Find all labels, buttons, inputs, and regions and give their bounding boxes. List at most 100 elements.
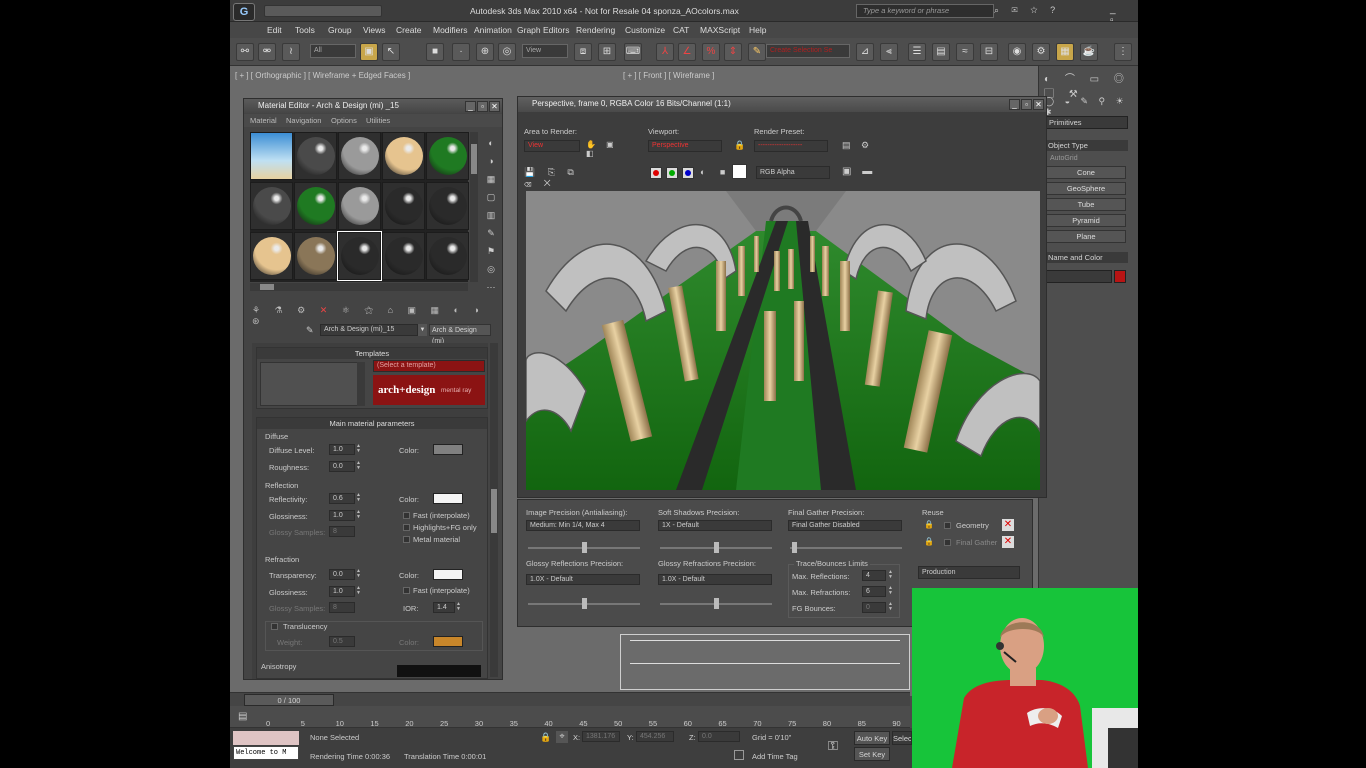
sample-slot[interactable] [250,232,293,280]
lock-viewport-icon[interactable]: 🔒 [734,140,745,151]
transparency-spinner[interactable]: ▲ ▼ [356,569,362,580]
time-slider[interactable]: 0 / 100 [230,692,910,706]
cone-button[interactable]: Cone [1046,166,1126,179]
sample-slot[interactable] [294,232,337,280]
keyboard-shortcut-icon[interactable]: ⌨ [624,43,642,61]
menu-create[interactable]: Create [396,25,422,35]
area-to-render-dropdown[interactable]: View [524,140,580,152]
ior-field[interactable]: 1.4 [433,602,455,613]
render-setup-icon-small[interactable]: ▤ ⚙ [842,140,873,151]
reflection-color-swatch[interactable] [433,493,463,504]
schematic-view-icon[interactable]: ⊟ [980,43,998,61]
menu-cat[interactable]: CAT [673,25,689,35]
refraction-fast-checkbox[interactable] [403,587,410,594]
red-channel-toggle[interactable] [650,167,662,179]
align-icon[interactable]: ⫷ [880,43,898,61]
menu-help[interactable]: Help [749,25,766,35]
sample-slot[interactable] [426,182,469,230]
graphite-toggle-icon[interactable]: ▤ [932,43,950,61]
app-logo-icon[interactable]: G [233,3,255,21]
reuse-fg-lock-icon[interactable]: 🔒 [924,537,934,546]
soft-shadows-field[interactable]: 1X - Default [658,520,772,531]
transparency-field[interactable]: 0.0 [329,569,355,580]
unlink-icon[interactable]: ⚮ [258,43,276,61]
template-select[interactable]: (Select a template) [373,360,485,372]
refraction-glossiness-field[interactable]: 1.0 [329,586,355,597]
menu-tools[interactable]: Tools [295,25,315,35]
menu-navigation[interactable]: Navigation [286,116,321,125]
maxscript-output[interactable]: Welcome to M [233,746,299,760]
reflection-glossiness-spinner[interactable]: ▲ ▼ [356,510,362,521]
reflection-samples-field[interactable]: 8 [329,526,355,537]
select-move-icon[interactable]: ⊕ [476,43,494,61]
sample-slot[interactable] [294,132,337,180]
sample-slot[interactable] [338,182,381,230]
refraction-samples-field[interactable]: 8 [329,602,355,613]
select-rotate-icon[interactable]: ◎ [498,43,516,61]
plane-button[interactable]: Plane [1046,230,1126,243]
highlights-fg-checkbox[interactable] [403,524,410,531]
max-reflections-field[interactable]: 4 [862,570,886,581]
final-gather-precision-field[interactable]: Final Gather Disabled [788,520,902,531]
reuse-fg-checkbox[interactable] [944,539,951,546]
toolbar-overflow-icon[interactable]: ⋮ [1114,43,1132,61]
sample-slots-scrollbar[interactable] [470,132,478,282]
translucency-checkbox[interactable] [271,623,278,630]
material-editor-icon[interactable]: ◉ [1008,43,1026,61]
mirror-icon[interactable]: ⊿ [856,43,874,61]
template-scroll[interactable] [357,362,365,406]
spinner-snap-icon[interactable]: ⇕ [724,43,742,61]
geosphere-button[interactable]: GeoSphere [1046,182,1126,195]
viewport-top-left-label[interactable]: [ + ] [ Orthographic ] [ Wireframe + Edg… [235,71,410,80]
clear-fg-cache-icon[interactable]: ✕ [1002,536,1014,548]
menu-rendering[interactable]: Rendering [576,25,615,35]
menu-utilities[interactable]: Utilities [366,116,390,125]
blue-channel-toggle[interactable] [682,167,694,179]
material-editor-window-buttons[interactable]: _ ▫ ✕ [464,100,500,112]
refraction-glossiness-spinner[interactable]: ▲ ▼ [356,586,362,597]
add-time-tag[interactable]: Add Time Tag [752,752,798,761]
select-object-icon[interactable]: ▣ [360,43,378,61]
pick-material-icon[interactable]: ✎ [306,325,314,336]
track-bar-icon[interactable]: ▤ [238,711,247,722]
render-setup-icon[interactable]: ⚙ [1032,43,1050,61]
render-window-toolbar[interactable]: 💾 ⎘ ⧉ ⌫ ✕ [524,167,594,188]
sample-slot[interactable] [338,132,381,180]
autogrid-checkbox[interactable]: AutoGrid [1050,155,1078,162]
bind-space-warp-icon[interactable]: ≀ [282,43,300,61]
select-region-icon[interactable]: ■ [426,43,444,61]
sample-slot-side-tools[interactable]: ◐ ◑ ▦ ▢ ▥ ✎ ⚑ ◎ ⋯ [484,134,498,294]
menu-customize[interactable]: Customize [625,25,665,35]
set-key-icon[interactable]: ⚿ [828,738,838,754]
snaps-toggle-icon[interactable]: ⅄ [656,43,674,61]
key-filter-dropdown[interactable]: Selec [892,731,912,745]
search-box[interactable]: Type a keyword or phrase [856,4,994,18]
set-key-button[interactable]: Set Key [854,747,890,761]
y-coord-field[interactable]: 454.256 [636,731,674,742]
render-region-tools[interactable]: ✋ ▣ ◧ [586,140,630,158]
pivot-center-icon[interactable]: ⧈ [574,43,592,61]
background-color-swatch[interactable] [732,164,747,179]
rollouts-scrollbar[interactable] [490,343,498,677]
reuse-geometry-lock-icon[interactable]: 🔒 [924,520,934,529]
sample-slot[interactable] [426,232,469,280]
object-type-rollout[interactable]: Object Type [1046,140,1128,151]
translucency-weight-field[interactable]: 0.5 [329,636,355,647]
sample-slots-hscrollbar[interactable] [250,283,468,291]
sample-slot[interactable] [382,132,425,180]
link-icon[interactable]: ⚯ [236,43,254,61]
command-panel-tabs[interactable]: ◐ ⌒ ▭ ◎ ▢ ⚒ [1044,70,1134,100]
window-crossing-icon[interactable]: · [452,43,470,61]
auto-key-button[interactable]: Auto Key [854,731,890,745]
named-selection-dropdown[interactable]: Create Selection Se [766,44,850,58]
max-reflections-spinner[interactable]: ▲ ▼ [888,570,894,581]
quick-access-toolbar[interactable] [264,5,382,17]
sample-slot[interactable] [382,182,425,230]
max-refractions-spinner[interactable]: ▲ ▼ [888,586,894,597]
ior-spinner[interactable]: ▲ ▼ [456,602,462,613]
render-preset-dropdown[interactable]: ------------------- [754,140,828,152]
glossy-refractions-field[interactable]: 1.0X - Default [658,574,772,585]
name-and-color-rollout[interactable]: Name and Color [1046,252,1128,263]
menu-edit[interactable]: Edit [267,25,282,35]
alpha-channel-icon[interactable]: ◐ ■ [700,167,731,177]
